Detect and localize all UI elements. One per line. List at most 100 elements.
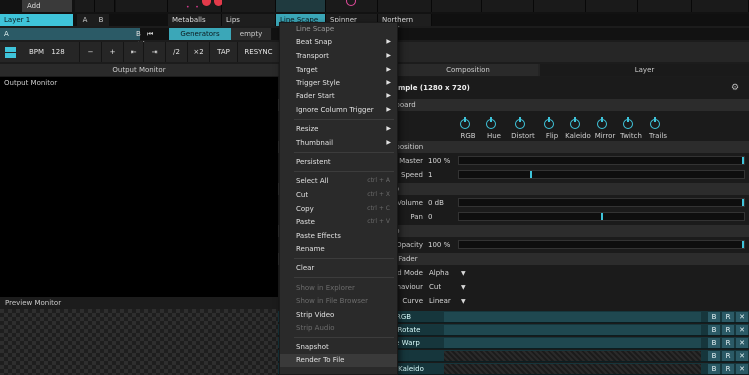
nudge-forward-button[interactable]: ⇥ xyxy=(144,42,166,62)
menu-item-show-in-file-browser[interactable]: Show in File Browser xyxy=(280,295,397,308)
opacity-slider[interactable] xyxy=(458,240,745,249)
clip-name-lips[interactable]: Lips xyxy=(222,14,276,26)
curve-select[interactable]: Linear xyxy=(429,297,451,305)
speed-value[interactable]: 1 xyxy=(428,171,432,179)
effect-opacity-bar[interactable] xyxy=(444,312,701,322)
flip-knob-icon[interactable] xyxy=(544,117,554,129)
double-tempo-button[interactable]: ×2 xyxy=(188,42,210,62)
tab-empty[interactable]: empty xyxy=(231,28,271,40)
effect-bypass-button[interactable]: B xyxy=(708,312,720,322)
menu-item-select-all[interactable]: Select All ctrl + A xyxy=(280,175,397,188)
add-layer-button[interactable]: Add xyxy=(22,0,72,12)
tab-layer[interactable]: Layer xyxy=(540,64,749,76)
clip-slot[interactable] xyxy=(534,0,586,12)
layer-b-button[interactable]: B xyxy=(93,14,109,26)
menu-item-ignore-column-trigger[interactable]: Ignore Column Trigger ▶ xyxy=(280,104,397,117)
menu-item-transport[interactable]: Transport ▶ xyxy=(280,50,397,63)
effect-reset-button[interactable]: R xyxy=(722,351,734,361)
menu-item-rename[interactable]: Rename xyxy=(280,243,397,256)
clip-slot[interactable] xyxy=(432,0,482,12)
bpm-display[interactable]: BPM 128 xyxy=(24,42,80,62)
menu-item-paste-effects[interactable]: Paste Effects xyxy=(280,230,397,243)
menu-item-cut[interactable]: Cut ctrl + X xyxy=(280,189,397,202)
menu-item-fader-start[interactable]: Fader Start ▶ xyxy=(280,90,397,103)
effect-bypass-button[interactable]: B xyxy=(708,364,720,374)
skip-back-icon[interactable]: ⏮ xyxy=(147,30,153,38)
kaleido-knob-icon[interactable] xyxy=(570,117,580,129)
volume-value[interactable]: 0 dB xyxy=(428,199,444,207)
clip-slot[interactable] xyxy=(586,0,638,12)
menu-item-thumbnail[interactable]: Thumbnail ▶ xyxy=(280,137,397,150)
layer-a-button[interactable]: A xyxy=(77,14,93,26)
clip-name-metaballs[interactable]: Metaballs xyxy=(168,14,222,26)
rgb-knob-icon[interactable] xyxy=(460,117,470,129)
distort-knob-icon[interactable] xyxy=(515,117,525,129)
close-icon[interactable]: ✕ xyxy=(736,351,748,361)
deck-a-button[interactable]: A xyxy=(0,28,140,40)
pan-value[interactable]: 0 xyxy=(428,213,432,221)
menu-item-render-to-file[interactable]: Render To File xyxy=(280,354,397,367)
slider-handle[interactable] xyxy=(742,157,744,164)
slider-handle[interactable] xyxy=(742,241,744,248)
layer-name[interactable]: Layer 1 xyxy=(0,14,73,26)
menu-item-strip-video[interactable]: Strip Video xyxy=(280,309,397,322)
nudge-back-button[interactable]: ⇤ xyxy=(124,42,144,62)
bpm-minus-button[interactable]: − xyxy=(80,42,102,62)
slider-handle[interactable] xyxy=(530,171,532,178)
clip-slot[interactable] xyxy=(75,0,95,12)
clip-slot[interactable] xyxy=(116,0,168,12)
effect-bypass-button[interactable]: B xyxy=(708,325,720,335)
trails-knob-icon[interactable] xyxy=(650,117,660,129)
clip-thumb-lips[interactable] xyxy=(222,0,276,12)
mirror-knob-icon[interactable] xyxy=(597,117,607,129)
effect-opacity-bar[interactable] xyxy=(444,338,701,348)
menu-item-show-in-explorer[interactable]: Show in Explorer xyxy=(280,282,397,295)
menu-item-clear[interactable]: Clear xyxy=(280,262,397,275)
clip-slot[interactable] xyxy=(638,0,692,12)
volume-slider[interactable] xyxy=(458,198,745,207)
menu-item-beat-snap[interactable]: Beat Snap ▶ xyxy=(280,36,397,49)
effect-bypass-button[interactable]: B xyxy=(708,351,720,361)
opacity-value[interactable]: 100 % xyxy=(428,241,450,249)
bpm-plus-button[interactable]: + xyxy=(102,42,124,62)
tap-button[interactable]: TAP xyxy=(210,42,238,62)
effect-opacity-bar[interactable] xyxy=(444,364,701,374)
effect-opacity-bar[interactable] xyxy=(444,325,701,335)
clip-thumb-northern-light[interactable] xyxy=(378,0,432,12)
half-tempo-button[interactable]: /2 xyxy=(166,42,188,62)
menu-item-persistent[interactable]: Persistent xyxy=(280,156,397,169)
effect-opacity-bar[interactable] xyxy=(444,351,701,361)
tab-generators[interactable]: Generators xyxy=(169,28,231,40)
effect-bypass-button[interactable]: B xyxy=(708,338,720,348)
menu-item-resize[interactable]: Resize ▶ xyxy=(280,123,397,136)
clip-slot[interactable] xyxy=(692,0,749,12)
speed-slider[interactable] xyxy=(458,170,745,179)
close-icon[interactable]: ✕ xyxy=(736,325,748,335)
clip-slot[interactable] xyxy=(482,0,534,12)
twitch-knob-icon[interactable] xyxy=(623,117,633,129)
pan-slider[interactable] xyxy=(458,212,745,221)
menu-item-snapshot[interactable]: Snapshot xyxy=(280,341,397,354)
chevron-down-icon[interactable]: ▼ xyxy=(461,284,466,291)
clip-slot[interactable] xyxy=(95,0,115,12)
clip-thumb-line-scape[interactable] xyxy=(276,0,326,12)
slider-handle[interactable] xyxy=(601,213,603,220)
master-value[interactable]: 100 % xyxy=(428,157,450,165)
deck-b-label[interactable]: B xyxy=(136,30,141,38)
menu-item-strip-audio[interactable]: Strip Audio xyxy=(280,322,397,335)
blend-mode-select[interactable]: Alpha xyxy=(429,269,449,277)
effect-reset-button[interactable]: R xyxy=(722,312,734,322)
resync-button[interactable]: RESYNC xyxy=(238,42,280,62)
effect-reset-button[interactable]: R xyxy=(722,364,734,374)
close-icon[interactable]: ✕ xyxy=(736,312,748,322)
slider-handle[interactable] xyxy=(742,199,744,206)
chevron-down-icon[interactable]: ▼ xyxy=(461,270,466,277)
menu-item-paste[interactable]: Paste ctrl + V xyxy=(280,216,397,229)
menu-item-target[interactable]: Target ▶ xyxy=(280,64,397,77)
close-icon[interactable]: ✕ xyxy=(736,364,748,374)
master-slider[interactable] xyxy=(458,156,745,165)
tab-composition[interactable]: Composition xyxy=(398,64,538,76)
chevron-down-icon[interactable]: ▼ xyxy=(461,298,466,305)
close-icon[interactable]: ✕ xyxy=(736,338,748,348)
menu-item-copy[interactable]: Copy ctrl + C xyxy=(280,203,397,216)
